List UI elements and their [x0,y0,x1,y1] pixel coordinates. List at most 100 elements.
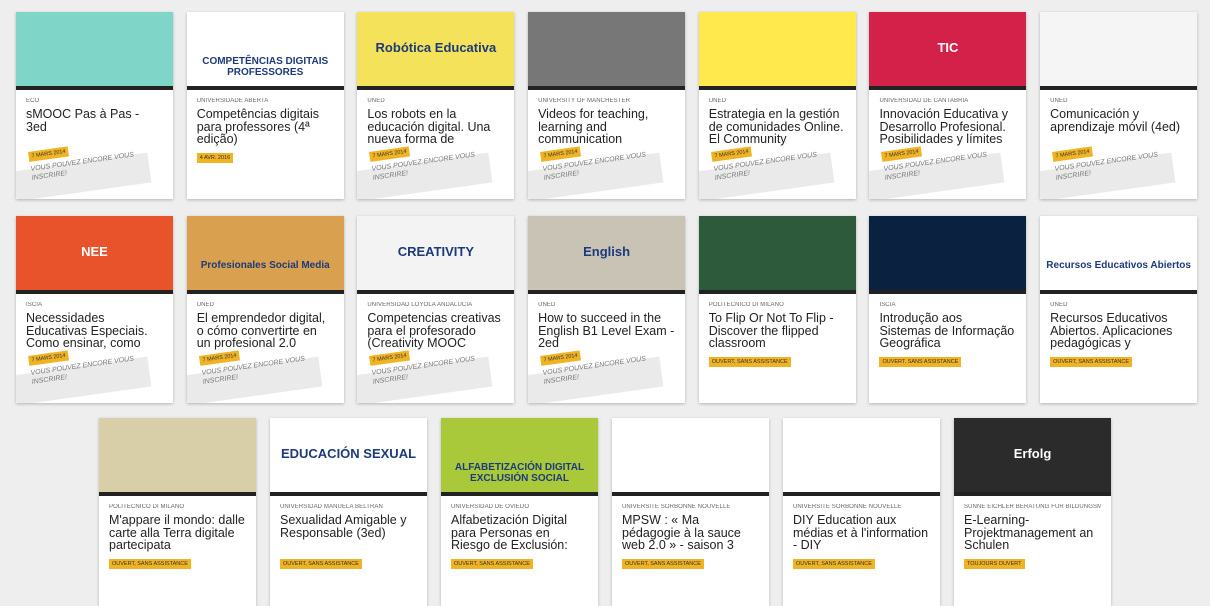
course-title[interactable]: Necessidades Educativas Especiais. Como … [26,312,163,350]
thumbnail-caption: EDUCACIÓN SEXUAL [280,446,417,461]
thumbnail-caption: Robótica Educativa [375,40,497,55]
course-card[interactable]: TIC UNIVERSIDAD DE CANTABRIA Innovación … [869,12,1027,199]
course-institution: UNED [1050,302,1068,308]
course-thumbnail[interactable] [16,12,173,90]
course-institution: UNIVERSIDAD MANUELA BELTRÁN [280,504,383,510]
status-badge: 4 AVR. 2016 [196,153,234,163]
course-card[interactable]: POLITECNICO DI MILANO M'appare il mondo:… [99,418,256,606]
course-title[interactable]: To Flip Or Not To Flip - Discover the fl… [709,312,846,350]
course-title[interactable]: M'appare il mondo: dalle carte alla Terr… [109,514,246,552]
course-institution: POLITECNICO DI MILANO [708,302,784,308]
course-title[interactable]: Recursos Educativos Abiertos. Aplicacion… [1050,312,1187,350]
course-thumbnail[interactable] [1040,12,1198,90]
thumbnail-caption: English [583,244,631,259]
thumbnail-caption: NEE [81,244,108,259]
course-card[interactable]: Robótica Educativa UNED Los robots en la… [357,12,515,199]
thumbnail-caption: ALFABETIZACIÓN DIGITAL EXCLUSIÓN SOCIAL [454,462,585,484]
course-institution: UNED [196,302,215,308]
course-thumbnail[interactable]: CREATIVITY [357,216,515,294]
course-title[interactable]: sMOOC Pas à Pas - 3ed [26,108,163,146]
course-row-2: NEE ISCIA Necessidades Educativas Especi… [16,216,1210,403]
course-institution: SÜNNE EICHLER BERATUNG FÜR BILDUNGSMANAG… [964,504,1101,510]
course-title[interactable]: Competencias creativas para el profesora… [367,312,504,350]
course-institution: UNED [708,98,727,104]
course-title[interactable]: Competências digitais para professores (… [197,108,334,146]
course-card[interactable]: COMPETÊNCIAS DIGITAIS PROFESSORES UNIVER… [186,12,344,199]
course-thumbnail[interactable]: EDUCACIÓN SEXUAL [270,418,427,496]
status-badge: OUVERT, SANS ASSISTANCE [879,357,962,367]
course-card[interactable]: UNED Comunicación y aprendizaje móvil (4… [1040,12,1198,199]
course-thumbnail[interactable]: ALFABETIZACIÓN DIGITAL EXCLUSIÓN SOCIAL [441,418,598,496]
course-thumbnail[interactable] [698,216,856,294]
status-badge: OUVERT, SANS ASSISTANCE [1050,357,1133,367]
thumbnail-caption: Profesionales Social Media [200,260,330,271]
course-title[interactable]: Introdução aos Sistemas de Informação Ge… [879,312,1016,350]
course-card[interactable]: UNED Estrategia en la gestión de comunid… [698,12,856,199]
course-card[interactable]: EDUCACIÓN SEXUAL UNIVERSIDAD MANUELA BEL… [270,418,427,606]
course-thumbnail[interactable]: Robótica Educativa [357,12,515,90]
thumbnail-caption: CREATIVITY [397,244,475,259]
course-card[interactable]: NEE ISCIA Necessidades Educativas Especi… [16,216,173,403]
course-institution: UNIVERSIDAD DE OVIEDO [451,504,530,510]
course-title[interactable]: MPSW : « Ma pédagogie à la sauce web 2.0… [622,514,759,552]
course-thumbnail[interactable]: Profesionales Social Media [186,216,344,294]
course-thumbnail[interactable] [612,418,769,496]
course-thumbnail[interactable] [869,216,1027,294]
course-institution: UNIVERSITY OF MANCHESTER [538,98,631,104]
course-title[interactable]: Innovación Educativa y Desarrollo Profes… [879,108,1016,146]
course-thumbnail[interactable]: NEE [16,216,173,294]
course-title[interactable]: Los robots en la educación digital. Una … [367,108,504,146]
course-card[interactable]: POLITECNICO DI MILANO To Flip Or Not To … [698,216,856,403]
thumbnail-caption: Erfolg [1013,446,1052,461]
course-card[interactable]: ECO sMOOC Pas à Pas - 3ed 7 MARS 2014 VOU… [16,12,173,199]
status-badge: TOUJOURS OUVERT [964,559,1025,569]
course-thumbnail[interactable]: Erfolg [954,418,1111,496]
course-thumbnail[interactable]: COMPETÊNCIAS DIGITAIS PROFESSORES [186,12,344,90]
course-card[interactable]: Recursos Educativos Abiertos UNED Recurs… [1040,216,1198,403]
course-card[interactable]: Profesionales Social Media UNED El empre… [186,216,344,403]
course-institution: UNIVERSITE SORBONNE NOUVELLE [793,504,902,510]
course-institution: UNIVERSITE SORBONNE NOUVELLE [622,504,731,510]
course-thumbnail[interactable]: English [528,216,686,294]
course-thumbnail[interactable] [698,12,856,90]
course-institution: ECO [26,98,40,104]
course-title[interactable]: Sexualidad Amigable y Responsable (3ed) [280,514,417,552]
course-title[interactable]: Alfabetización Digital para Personas en … [451,514,588,552]
course-row-1: ECO sMOOC Pas à Pas - 3ed 7 MARS 2014 VOU… [16,12,1210,199]
course-institution: UNED [538,302,556,308]
course-title[interactable]: DIY Education aux médias et à l'informat… [793,514,930,552]
course-title[interactable]: Videos for teaching, learning and commun… [538,108,675,146]
course-card[interactable]: UNIVERSITY OF MANCHESTER Videos for teac… [528,12,686,199]
course-card[interactable]: UNIVERSITE SORBONNE NOUVELLE DIY Educati… [783,418,940,606]
thumbnail-caption: Recursos Educativos Abiertos [1046,260,1191,271]
status-badge: OUVERT, SANS ASSISTANCE [708,357,791,367]
course-thumbnail[interactable]: TIC [869,12,1027,90]
course-title[interactable]: Comunicación y aprendizaje móvil (4ed) [1050,108,1187,146]
course-thumbnail[interactable] [99,418,256,496]
course-card[interactable]: ISCIA Introdução aos Sistemas de Informa… [869,216,1027,403]
course-row-3: POLITECNICO DI MILANO M'appare il mondo:… [99,418,1125,606]
course-institution: POLITECNICO DI MILANO [109,504,185,510]
course-title[interactable]: El emprendedor digital, o cómo convertir… [197,312,334,350]
course-institution: UNIVERSIDAD DE CANTABRIA [879,98,969,104]
course-institution: UNIVERSIDAD LOYOLA ANDALUCÍA [367,302,473,308]
course-title[interactable]: E-Learning-Projektmanagement an Schulen [964,514,1101,552]
course-title[interactable]: How to succeed in the English B1 Level E… [538,312,675,350]
thumbnail-caption: COMPETÊNCIAS DIGITAIS PROFESSORES [202,56,329,78]
course-card[interactable]: CREATIVITY UNIVERSIDAD LOYOLA ANDALUCÍA … [357,216,515,403]
status-badge: OUVERT, SANS ASSISTANCE [793,559,875,569]
course-institution: ISCIA [26,302,43,308]
course-thumbnail[interactable]: Recursos Educativos Abiertos [1040,216,1198,294]
course-card[interactable]: English UNED How to succeed in the Engli… [528,216,686,403]
status-badge: OUVERT, SANS ASSISTANCE [109,559,191,569]
course-institution: ISCIA [879,302,896,308]
course-thumbnail[interactable] [783,418,940,496]
course-card[interactable]: Erfolg SÜNNE EICHLER BERATUNG FÜR BILDUN… [954,418,1111,606]
course-institution: UNIVERSIDADE ABERTA [196,98,269,104]
course-card[interactable]: ALFABETIZACIÓN DIGITAL EXCLUSIÓN SOCIAL … [441,418,598,606]
course-thumbnail[interactable] [528,12,686,90]
status-badge: OUVERT, SANS ASSISTANCE [622,559,704,569]
thumbnail-caption: TIC [937,40,959,55]
course-title[interactable]: Estrategia en la gestión de comunidades … [709,108,846,146]
course-card[interactable]: UNIVERSITE SORBONNE NOUVELLE MPSW : « Ma… [612,418,769,606]
